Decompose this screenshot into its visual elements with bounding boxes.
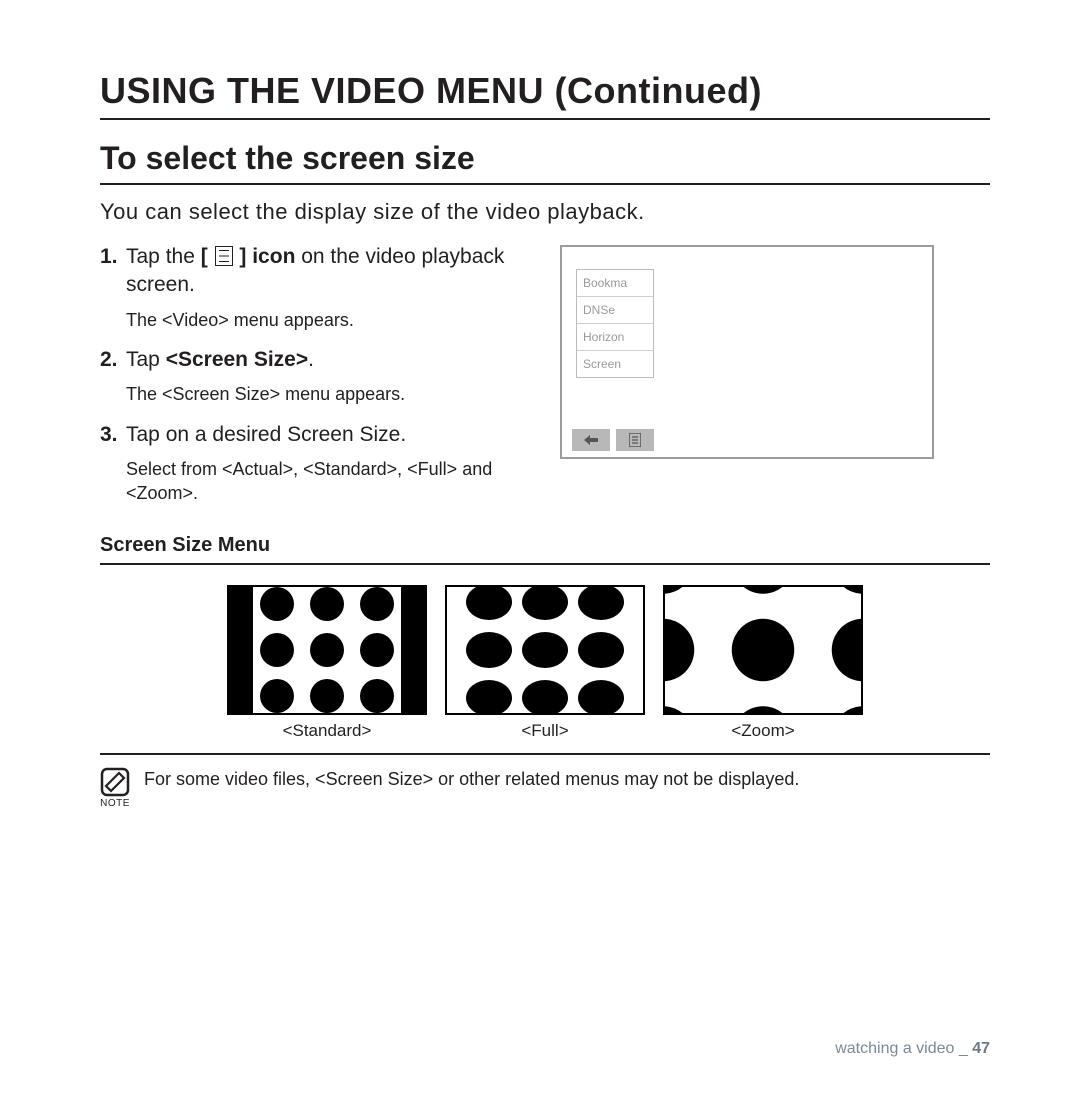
page-footer: watching a video _ 47 (100, 1040, 990, 1058)
note-block: NOTE For some video files, <Screen Size>… (100, 767, 990, 811)
step-1: 1. Tap the [ ] icon on the video playbac… (100, 243, 530, 300)
thumb-zoom-frame (663, 585, 863, 715)
thumb-zoom-label: <Zoom> (663, 721, 863, 741)
step-3-num: 3. (100, 421, 126, 449)
thumb-standard-frame (227, 585, 427, 715)
thumb-standard: <Standard> (227, 585, 427, 741)
back-icon (572, 429, 610, 451)
thumb-full: <Full> (445, 585, 645, 741)
step-2-pre: Tap (126, 348, 166, 371)
page-title: USING THE VIDEO MENU (Continued) (100, 70, 990, 120)
thumb-full-frame (445, 585, 645, 715)
steps-list: 1. Tap the [ ] icon on the video playbac… (100, 243, 530, 520)
device-menu-item: Screen (577, 351, 653, 377)
screen-size-menu-label: Screen Size Menu (100, 534, 990, 565)
intro-text: You can select the display size of the v… (100, 199, 990, 225)
step-1-num: 1. (100, 243, 126, 300)
divider (100, 753, 990, 755)
menu-icon (616, 429, 654, 451)
device-menu: Bookma DNSe Horizon Screen (576, 269, 654, 378)
step-2-bold: <Screen Size> (166, 348, 308, 371)
step-1-sub: The <Video> menu appears. (126, 308, 530, 332)
thumb-standard-label: <Standard> (227, 721, 427, 741)
step-3-text: Tap on a desired Screen Size. (126, 421, 406, 449)
device-menu-item: Horizon (577, 324, 653, 351)
device-toolbar (572, 429, 654, 451)
step-3: 3. Tap on a desired Screen Size. (100, 421, 530, 449)
step-1-pre: Tap the (126, 245, 201, 268)
note-icon: NOTE (100, 767, 130, 811)
note-label: NOTE (100, 797, 130, 811)
section-subtitle: To select the screen size (100, 140, 990, 185)
step-2-post: . (308, 348, 314, 371)
thumb-zoom: <Zoom> (663, 585, 863, 741)
thumb-full-label: <Full> (445, 721, 645, 741)
device-screenshot: Bookma DNSe Horizon Screen (560, 245, 934, 459)
screen-size-thumbs: <Standard> <Full> <Zoom> (100, 577, 990, 745)
step-2: 2. Tap <Screen Size>. (100, 346, 530, 374)
step-3-sub: Select from <Actual>, <Standard>, <Full>… (126, 457, 530, 506)
step-2-num: 2. (100, 346, 126, 374)
menu-icon (215, 246, 233, 266)
note-text: For some video files, <Screen Size> or o… (144, 767, 799, 791)
device-menu-item: Bookma (577, 270, 653, 297)
step-2-sub: The <Screen Size> menu appears. (126, 382, 530, 406)
footer-page: 47 (972, 1040, 990, 1057)
footer-section: watching a video _ (835, 1040, 972, 1057)
device-menu-item: DNSe (577, 297, 653, 324)
